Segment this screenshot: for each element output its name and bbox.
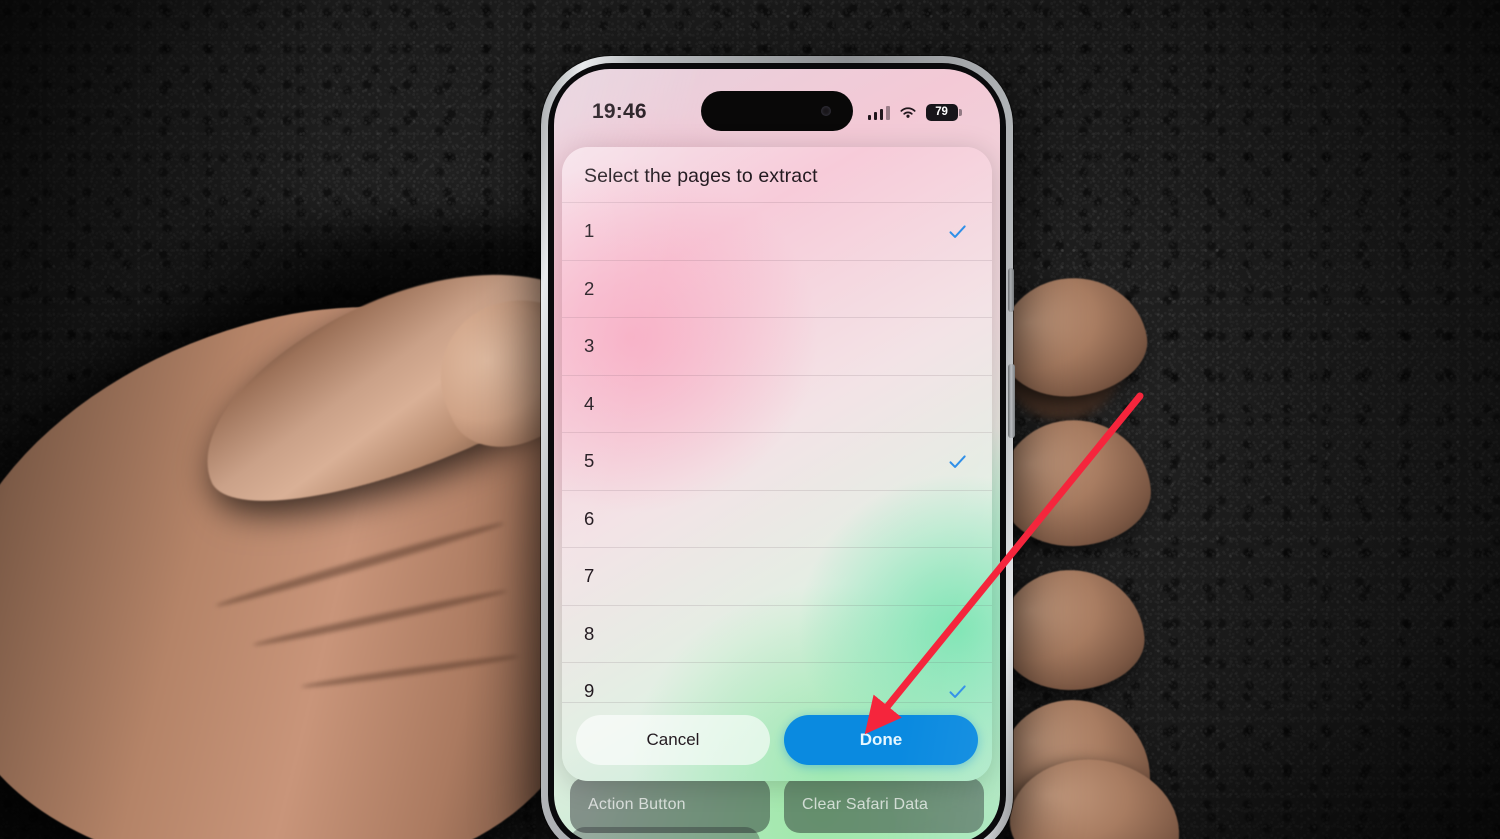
page-row[interactable]: 8	[562, 606, 992, 663]
page-row[interactable]: 7	[562, 548, 992, 606]
page-row-label: 6	[584, 507, 595, 529]
volume-button[interactable]	[1008, 268, 1014, 312]
page-row-label: 3	[584, 335, 595, 357]
page-row-label: 7	[584, 565, 595, 587]
checkmark-icon	[949, 225, 966, 238]
extract-pages-sheet: Select the pages to extract 1 2 3 4 5 6 7 8 9 Ca…	[562, 147, 992, 781]
page-row[interactable]: 1	[562, 203, 992, 261]
cellular-signal-icon	[867, 105, 890, 120]
screenshot-root: 19:46 79 Action Button Clear Safari Data…	[0, 0, 1500, 839]
page-row[interactable]: 9	[562, 663, 992, 702]
checkmark-icon	[949, 685, 966, 698]
background-card-clear-safari-data[interactable]: Clear Safari Data	[784, 777, 984, 833]
dynamic-island	[701, 91, 853, 131]
cancel-button[interactable]: Cancel	[576, 715, 770, 765]
battery-level: 79	[935, 106, 948, 118]
background-card-action-button[interactable]: Action Button	[570, 777, 770, 833]
done-button[interactable]: Done	[784, 715, 978, 765]
front-camera-icon	[821, 106, 831, 116]
page-row[interactable]: 2	[562, 261, 992, 318]
status-time: 19:46	[592, 100, 647, 123]
background-card-label: Clear Safari Data	[802, 796, 929, 813]
background-card-label: Action Button	[588, 796, 686, 813]
page-row-label: 2	[584, 277, 595, 299]
page-row-label: 8	[584, 622, 595, 644]
status-indicators: 79	[867, 103, 962, 121]
page-row-label: 4	[584, 392, 595, 414]
sheet-title: Select the pages to extract	[584, 165, 818, 187]
page-row-label: 5	[584, 450, 595, 472]
wifi-icon	[899, 106, 916, 118]
power-button[interactable]	[1008, 364, 1015, 438]
battery-icon: 79	[925, 103, 962, 121]
page-list[interactable]: 1 2 3 4 5 6 7 8 9	[562, 202, 992, 702]
page-row[interactable]: 3	[562, 318, 992, 376]
page-row-label: 9	[584, 680, 595, 702]
page-row-label: 1	[584, 220, 595, 242]
sheet-actions: Cancel Done	[562, 702, 992, 781]
page-row[interactable]: 5	[562, 433, 992, 491]
checkmark-icon	[949, 455, 966, 468]
phone-screen: 19:46 79 Action Button Clear Safari Data…	[554, 69, 1000, 839]
page-row[interactable]: 4	[562, 376, 992, 433]
background-card-stub	[570, 827, 760, 839]
page-row[interactable]: 6	[562, 491, 992, 548]
iphone-device: 19:46 79 Action Button Clear Safari Data…	[541, 56, 1013, 839]
